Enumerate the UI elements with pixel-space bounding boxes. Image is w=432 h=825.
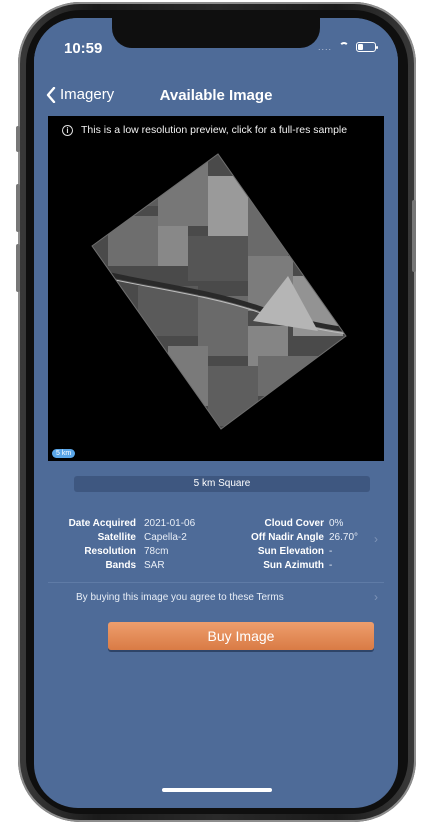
battery-icon <box>356 42 378 52</box>
status-bar: 10:59 .... <box>34 18 398 76</box>
home-indicator[interactable] <box>162 788 272 792</box>
volume-down-button <box>16 244 20 292</box>
off-nadir-label: Off Nadir Angle <box>251 532 324 543</box>
meta-row: Resolution 78cm Sun Elevation - <box>34 546 398 560</box>
nav-bar: Imagery Available Image <box>34 82 398 112</box>
wifi-icon <box>337 42 351 52</box>
notch <box>112 18 320 48</box>
bands-label: Bands <box>105 560 136 571</box>
satellite-value: Capella-2 <box>144 532 187 543</box>
signal-dots: .... <box>317 42 332 52</box>
sun-azimuth-label: Sun Azimuth <box>263 560 324 571</box>
meta-row: Bands SAR Sun Azimuth - <box>34 560 398 574</box>
cloud-cover-label: Cloud Cover <box>264 518 324 529</box>
footprint-size-label: 5 km Square <box>74 476 370 492</box>
scale-badge: 5 km <box>52 449 76 458</box>
power-button <box>412 200 416 272</box>
meta-row: Date Acquired 2021-01-06 Cloud Cover 0% <box>34 518 398 532</box>
volume-up-button <box>16 184 20 232</box>
image-preview[interactable]: i This is a low resolution preview, clic… <box>48 116 384 461</box>
satellite-image <box>91 153 347 430</box>
preview-note-text: This is a low resolution preview, click … <box>81 124 348 136</box>
cloud-cover-value: 0% <box>329 518 344 529</box>
bands-value: SAR <box>144 560 165 571</box>
buy-image-button[interactable]: Buy Image <box>108 622 374 650</box>
terms-link[interactable]: By buying this image you agree to these … <box>76 592 284 603</box>
chevron-right-icon: › <box>374 590 378 604</box>
preview-note: i This is a low resolution preview, clic… <box>62 124 376 136</box>
info-icon: i <box>62 124 73 136</box>
app-screen: 10:59 .... Imagery Available Image i Thi… <box>34 18 398 808</box>
resolution-value: 78cm <box>144 546 169 557</box>
side-button <box>16 126 20 152</box>
sun-elevation-label: Sun Elevation <box>257 546 324 557</box>
meta-row: Satellite Capella-2 Off Nadir Angle 26.7… <box>34 532 398 546</box>
date-acquired-label: Date Acquired <box>68 518 136 529</box>
status-icons: .... <box>317 42 378 52</box>
satellite-label: Satellite <box>97 532 136 543</box>
divider <box>48 582 384 583</box>
date-acquired-value: 2021-01-06 <box>144 518 196 529</box>
sun-azimuth-value: - <box>329 560 333 571</box>
page-title: Available Image <box>159 87 273 104</box>
sun-elevation-value: - <box>329 546 333 557</box>
status-time: 10:59 <box>64 40 103 57</box>
off-nadir-value: 26.70° <box>329 532 359 543</box>
chevron-right-icon: › <box>374 532 378 546</box>
resolution-label: Resolution <box>84 546 136 557</box>
